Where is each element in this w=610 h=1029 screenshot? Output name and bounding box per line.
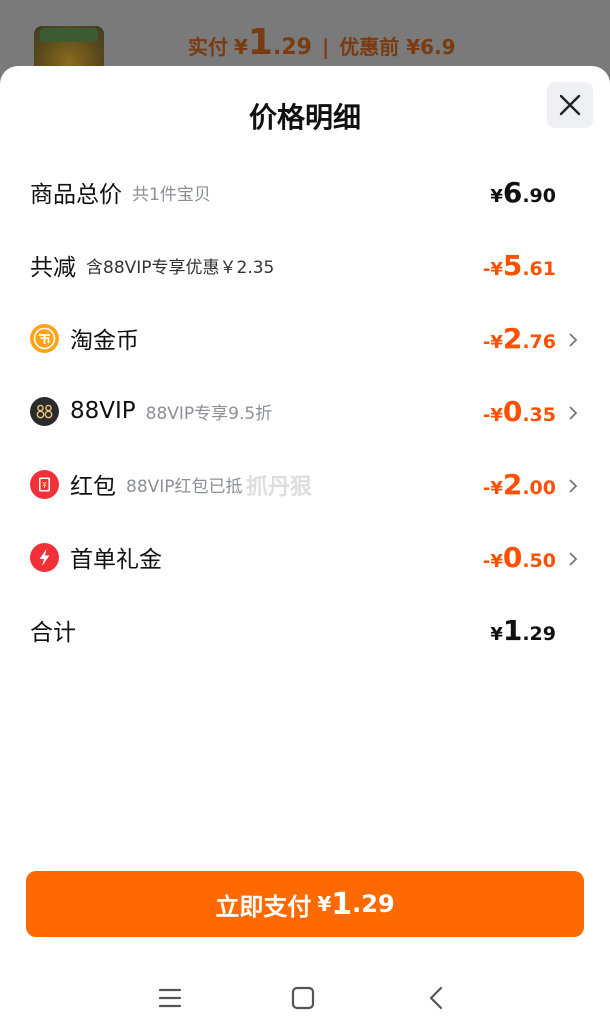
amount-prefix: -¥ <box>482 550 503 572</box>
goods-total-sub: 共1件宝贝 <box>132 184 211 205</box>
red-packet-icon <box>30 469 59 499</box>
back-icon <box>429 986 443 1009</box>
paid-int: 1 <box>247 22 273 63</box>
amount-prefix: -¥ <box>482 331 503 353</box>
amount-int: 1 <box>502 613 523 647</box>
reduction-sub: 含88VIP专享优惠￥2.35 <box>86 257 275 278</box>
back-button[interactable] <box>416 978 456 1018</box>
reduction-amount: -¥ 5 .61 <box>483 249 556 282</box>
paid-dec: .29 <box>272 35 312 60</box>
pay-now-label: 立即支付 <box>215 892 312 921</box>
pay-now-button[interactable]: 立即支付 ¥ 1 .29 <box>26 871 584 937</box>
firstorder-amount: -¥ 0 .50 <box>483 541 556 574</box>
row-goods-total: 商品总价 共1件宝贝 ¥ 6 .90 <box>30 170 578 214</box>
close-icon <box>559 94 581 116</box>
sheet-title: 价格明细 <box>248 101 361 134</box>
vip-amount: -¥ 0 .35 <box>483 395 556 428</box>
home-icon <box>291 986 315 1009</box>
amount-int: 0 <box>502 540 523 574</box>
price-detail-sheet: 价格明细 商品总价 共1件宝贝 ¥ 6 .90 共减 含88VIP专享优惠￥2.… <box>0 66 610 1029</box>
lightning-icon <box>30 542 59 572</box>
coins-amount: -¥ 2 .76 <box>483 322 556 355</box>
row-taojinbi[interactable]: 淘金币 -¥ 2 .76 <box>30 316 578 360</box>
vip-88-icon <box>30 396 59 426</box>
row-88vip[interactable]: 88VIP 88VIP专享9.5折 -¥ 0 .35 <box>30 389 578 433</box>
pay-now-int: 1 <box>331 886 353 922</box>
menu-button[interactable] <box>150 978 190 1018</box>
coin-icon <box>30 323 59 353</box>
goods-total-amount: ¥ 6 .90 <box>490 176 556 209</box>
paid-yen: ¥ <box>234 35 248 59</box>
background-price: 实付 ¥ 1 .29 | 优惠前 ¥6.9 <box>188 22 456 66</box>
product-thumbnail-lid <box>40 28 98 42</box>
amount-prefix: -¥ <box>482 258 503 280</box>
chevron-right-icon <box>558 332 578 348</box>
amount-int: 2 <box>502 467 523 501</box>
pay-now-dec: .29 <box>352 890 395 918</box>
amount-dec: .29 <box>522 622 556 645</box>
amount-int: 2 <box>502 321 523 355</box>
vip-sub: 88VIP专享9.5折 <box>145 403 273 424</box>
amount-int: 5 <box>502 248 523 282</box>
watermark: 抓丹狠 <box>246 475 313 500</box>
amount-dec: .35 <box>522 403 556 426</box>
close-button[interactable] <box>547 82 593 128</box>
chevron-right-icon <box>558 478 578 494</box>
amount-prefix: -¥ <box>482 404 503 426</box>
row-total-reduction: 共减 含88VIP专享优惠￥2.35 -¥ 5 .61 <box>30 243 578 287</box>
amount-int: 6 <box>502 175 523 209</box>
amount-dec: .61 <box>522 257 556 280</box>
amount-dec: .50 <box>522 549 556 572</box>
original-price: 优惠前 ¥6.9 <box>339 35 456 59</box>
amount-dec: .90 <box>522 184 556 207</box>
price-separator: | <box>321 35 330 59</box>
pay-now-yen: ¥ <box>317 892 332 916</box>
goods-total-label: 商品总价 <box>30 182 122 208</box>
redpacket-sub: 88VIP红包已抵 <box>126 476 243 497</box>
system-navigation-bar <box>0 966 610 1029</box>
amount-int: 0 <box>502 394 523 428</box>
vip-label: 88VIP <box>70 398 136 424</box>
amount-dec: .00 <box>522 476 556 499</box>
sum-amount: ¥ 1 .29 <box>490 614 556 647</box>
chevron-right-icon <box>558 405 578 421</box>
sum-label: 合计 <box>30 620 76 646</box>
paid-label: 实付 <box>188 35 228 59</box>
amount-prefix: ¥ <box>490 623 503 645</box>
redpacket-amount: -¥ 2 .00 <box>483 468 556 501</box>
coins-label: 淘金币 <box>70 328 139 354</box>
home-button[interactable] <box>283 978 323 1018</box>
row-sum: 合计 ¥ 1 .29 <box>30 608 578 652</box>
reduction-label: 共减 <box>30 255 76 281</box>
redpacket-label: 红包 <box>70 474 116 500</box>
amount-prefix: -¥ <box>482 477 503 499</box>
amount-dec: .76 <box>522 330 556 353</box>
menu-icon <box>158 988 182 1007</box>
chevron-right-icon <box>558 551 578 567</box>
amount-prefix: ¥ <box>490 185 503 207</box>
firstorder-label: 首单礼金 <box>70 547 162 573</box>
row-first-order-gift[interactable]: 首单礼金 -¥ 0 .50 <box>30 535 578 579</box>
